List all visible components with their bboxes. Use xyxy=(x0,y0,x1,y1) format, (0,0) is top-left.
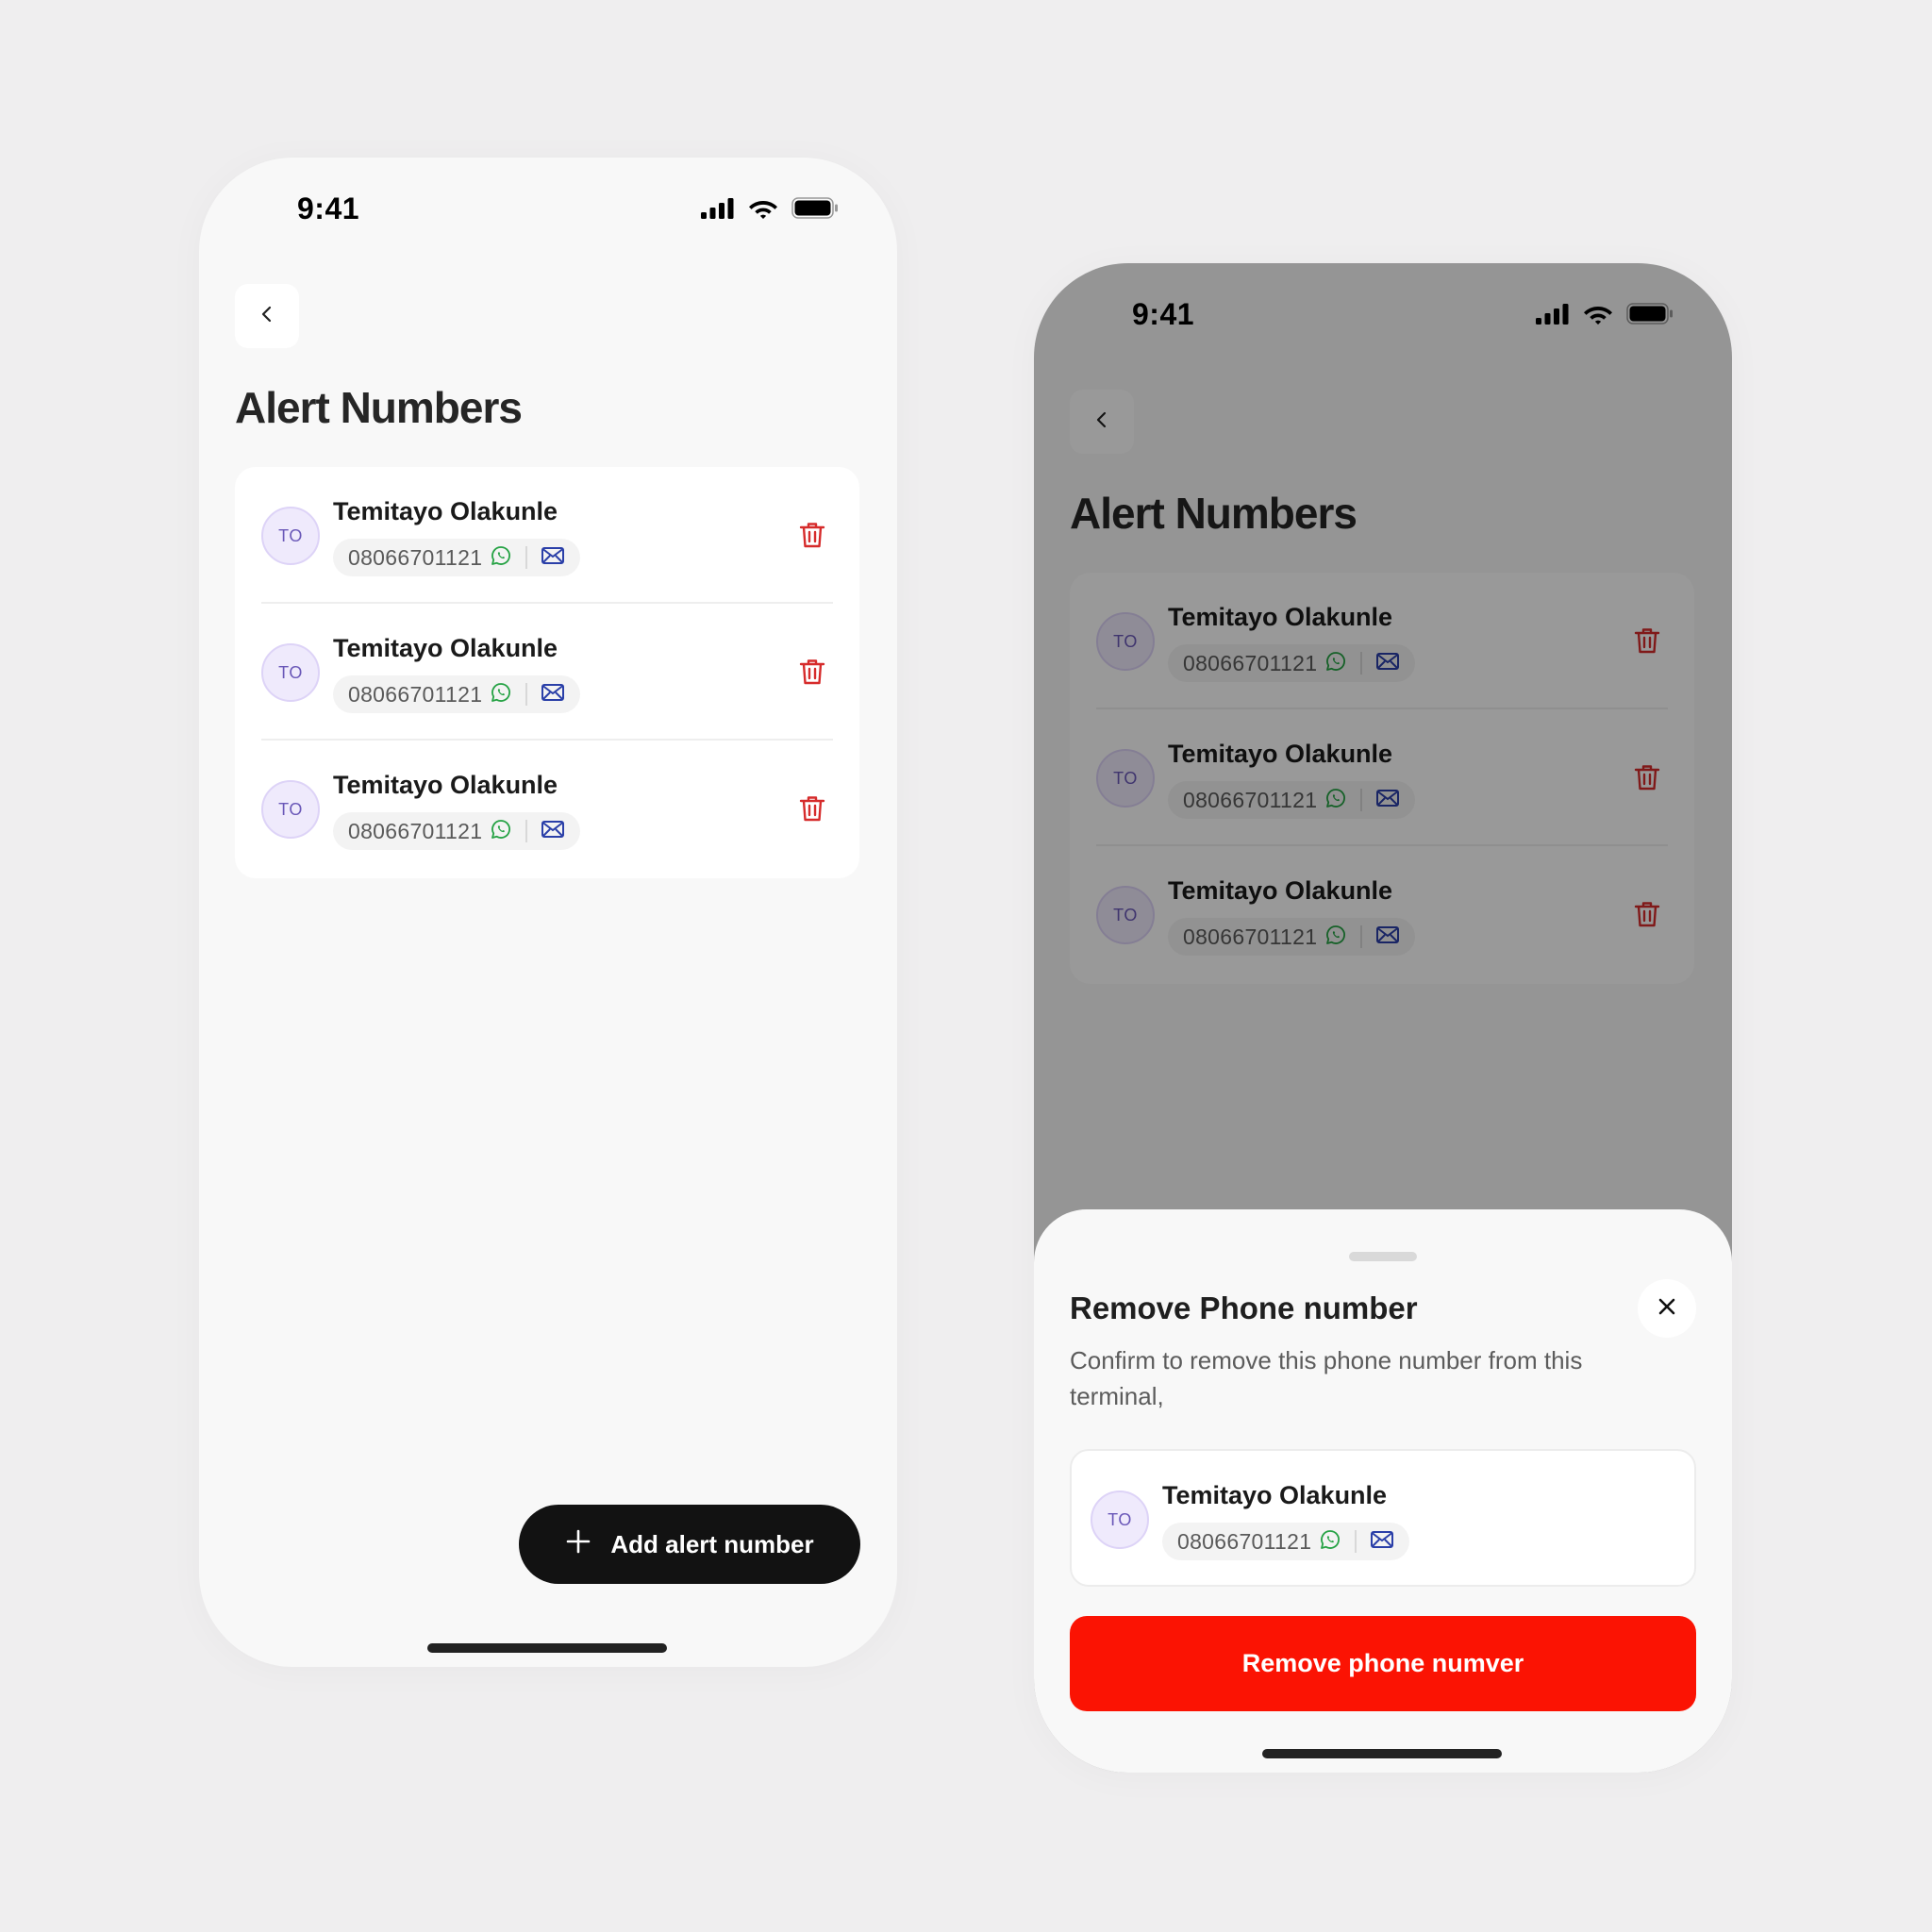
battery-icon xyxy=(791,197,839,219)
list-item: TO Temitayo Olakunle 08066701121 xyxy=(1091,1451,1675,1588)
sheet-title: Remove Phone number xyxy=(1070,1291,1418,1325)
status-icons xyxy=(701,197,839,219)
whatsapp-icon xyxy=(490,544,512,572)
delete-button[interactable] xyxy=(795,520,829,554)
close-icon xyxy=(1657,1296,1677,1322)
sheet-description: Confirm to remove this phone number from… xyxy=(1070,1346,1583,1410)
mail-icon xyxy=(541,819,565,844)
chip-divider xyxy=(1355,1530,1357,1553)
phone-number: 08066701121 xyxy=(348,681,483,707)
phone-chip: 08066701121 xyxy=(333,539,581,576)
remove-number-bottom-sheet: Remove Phone number Confirm to remove th… xyxy=(1034,1209,1732,1773)
delete-button[interactable] xyxy=(795,657,829,691)
home-indicator xyxy=(1262,1749,1502,1758)
whatsapp-icon xyxy=(490,818,512,845)
phone-number: 08066701121 xyxy=(348,544,483,570)
selected-contact-card: TO Temitayo Olakunle 08066701121 xyxy=(1070,1449,1696,1587)
trash-icon xyxy=(799,521,825,554)
contact-name: Temitayo Olakunle xyxy=(333,497,558,525)
remove-phone-number-button[interactable]: Remove phone numver xyxy=(1070,1616,1696,1711)
page-title: Alert Numbers xyxy=(235,383,523,432)
contact-name: Temitayo Olakunle xyxy=(333,634,558,662)
list-item: TO Temitayo Olakunle 08066701121 xyxy=(261,467,833,604)
chevron-left-icon xyxy=(257,304,277,329)
phone-number: 08066701121 xyxy=(348,818,483,843)
status-bar: 9:41 xyxy=(199,158,897,261)
chip-divider xyxy=(525,683,528,706)
phone-number: 08066701121 xyxy=(1177,1528,1312,1554)
phone-chip: 08066701121 xyxy=(333,675,581,713)
contact-name: Temitayo Olakunle xyxy=(333,771,558,799)
avatar: TO xyxy=(261,643,320,702)
trash-icon xyxy=(799,794,825,827)
alert-number-list: TO Temitayo Olakunle 08066701121 TO Temi… xyxy=(235,467,859,878)
chip-divider xyxy=(525,820,528,842)
avatar: TO xyxy=(261,780,320,839)
phone-chip: 08066701121 xyxy=(333,812,581,850)
whatsapp-icon xyxy=(490,681,512,708)
add-alert-number-button[interactable]: Add alert number xyxy=(519,1505,860,1584)
delete-button[interactable] xyxy=(795,793,829,827)
whatsapp-icon xyxy=(1319,1528,1341,1556)
list-item: TO Temitayo Olakunle 08066701121 xyxy=(261,741,833,877)
status-time: 9:41 xyxy=(297,192,360,225)
phone-screen-alert-numbers: 9:41 Alert Numbers TO Temitayo Olakunle … xyxy=(199,158,897,1667)
signal-icon xyxy=(701,197,735,219)
plus-icon xyxy=(565,1528,591,1561)
back-button[interactable] xyxy=(235,284,299,348)
chip-divider xyxy=(525,546,528,569)
wifi-icon xyxy=(748,197,778,219)
avatar: TO xyxy=(261,507,320,565)
close-button[interactable] xyxy=(1638,1279,1696,1338)
add-alert-number-label: Add alert number xyxy=(610,1529,814,1558)
mail-icon xyxy=(541,545,565,571)
trash-icon xyxy=(799,658,825,691)
contact-name: Temitayo Olakunle xyxy=(1162,1481,1388,1509)
home-indicator xyxy=(427,1643,667,1653)
mail-icon xyxy=(1370,1529,1394,1555)
phone-chip: 08066701121 xyxy=(1162,1523,1410,1560)
phone-screen-remove-number: 9:41 Alert Numbers TO Temitayo Olakunle … xyxy=(1034,263,1732,1773)
mail-icon xyxy=(541,682,565,708)
sheet-drag-handle[interactable] xyxy=(1349,1252,1417,1261)
list-item: TO Temitayo Olakunle 08066701121 xyxy=(261,604,833,741)
avatar: TO xyxy=(1091,1491,1149,1549)
